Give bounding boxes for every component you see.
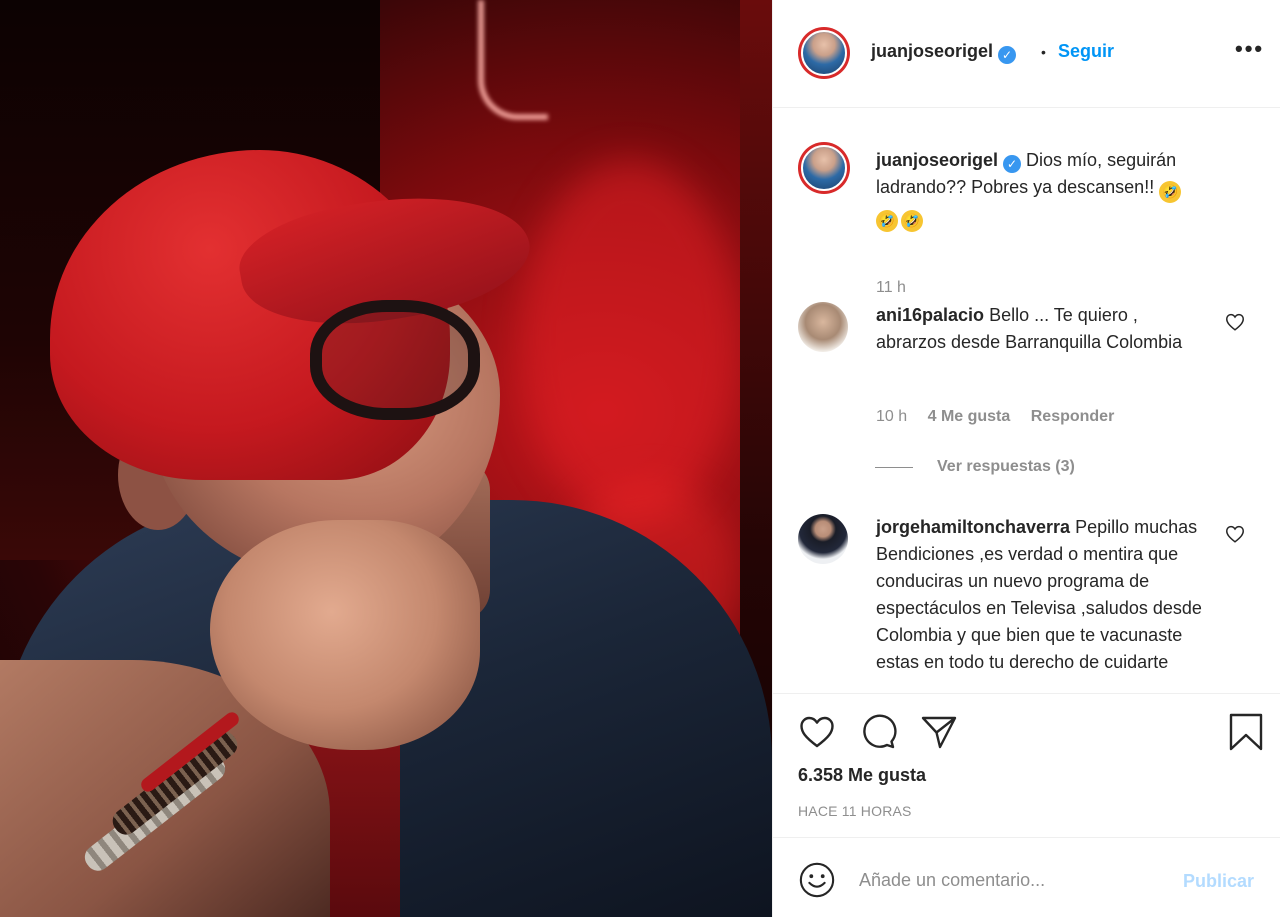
share-icon[interactable] xyxy=(919,712,959,752)
author-username-block[interactable]: juanjoseorigel ✓ xyxy=(871,41,1017,64)
replies-divider xyxy=(875,467,913,468)
post-side-panel: juanjoseorigel ✓ • Seguir ••• juanjoseori… xyxy=(772,0,1280,917)
like-comment-heart-icon[interactable] xyxy=(1224,311,1246,333)
post-header: juanjoseorigel ✓ • Seguir ••• xyxy=(773,0,1280,108)
post-age[interactable]: HACE 11 HORAS xyxy=(798,803,912,819)
post-actions: 6.358 Me gusta HACE 11 HORAS xyxy=(773,693,1280,837)
post-photo[interactable] xyxy=(0,0,772,917)
caption-avatar[interactable] xyxy=(798,142,850,194)
comments-list[interactable]: juanjoseorigel ✓ Dios mío, seguirán ladra… xyxy=(773,109,1280,693)
emoji-picker-icon[interactable] xyxy=(798,861,836,899)
follow-button[interactable]: Seguir xyxy=(1058,41,1114,62)
like-comment-heart-icon[interactable] xyxy=(1224,523,1246,545)
commenter-username[interactable]: jorgehamiltonchaverra xyxy=(876,517,1070,537)
commenter-avatar[interactable] xyxy=(798,302,848,352)
comment-body: Pepillo muchas Bendiciones ,es verdad o … xyxy=(876,517,1202,672)
caption-username[interactable]: juanjoseorigel xyxy=(876,150,998,170)
author-avatar[interactable] xyxy=(798,27,850,79)
rofl-emoji-icon: 🤣 xyxy=(876,210,898,232)
comment-likes[interactable]: 4 Me gusta xyxy=(928,408,1011,425)
photo-glasses xyxy=(310,300,480,420)
verified-badge-icon: ✓ xyxy=(1003,155,1022,173)
comment-composer: Publicar xyxy=(773,837,1280,917)
comment-icon[interactable] xyxy=(858,712,898,752)
rofl-emoji-icon: 🤣 xyxy=(901,210,923,232)
view-replies-button[interactable]: Ver respuestas (3) xyxy=(937,458,1075,476)
comment-text: jorgehamiltonchaverra Pepillo muchas Ben… xyxy=(876,514,1206,676)
heart-icon[interactable] xyxy=(797,712,837,752)
rofl-emoji-icon: 🤣 xyxy=(1159,181,1182,203)
bookmark-icon[interactable] xyxy=(1226,712,1266,752)
separator-dot: • xyxy=(1041,44,1046,60)
photo-neon-glow xyxy=(520,160,740,520)
more-options-icon[interactable]: ••• xyxy=(1235,36,1264,62)
photo-neon-tube xyxy=(478,0,548,120)
comment-meta: 10 h 4 Me gusta Responder xyxy=(876,408,1130,426)
caption-text: juanjoseorigel ✓ Dios mío, seguirán ladra… xyxy=(876,147,1248,232)
reply-button[interactable]: Responder xyxy=(1031,408,1115,425)
commenter-avatar[interactable] xyxy=(798,514,848,564)
post-likes-count[interactable]: 6.358 Me gusta xyxy=(798,765,926,786)
commenter-username[interactable]: ani16palacio xyxy=(876,305,984,325)
comment-text: ani16palacio Bello ... Te quiero , abrar… xyxy=(876,302,1206,356)
verified-badge-icon: ✓ xyxy=(998,46,1017,64)
comment-input[interactable] xyxy=(859,865,1159,895)
author-username[interactable]: juanjoseorigel xyxy=(871,41,993,61)
caption-timestamp[interactable]: 11 h xyxy=(876,279,906,297)
comment-timestamp[interactable]: 10 h xyxy=(876,408,907,425)
publish-button[interactable]: Publicar xyxy=(1183,871,1254,892)
